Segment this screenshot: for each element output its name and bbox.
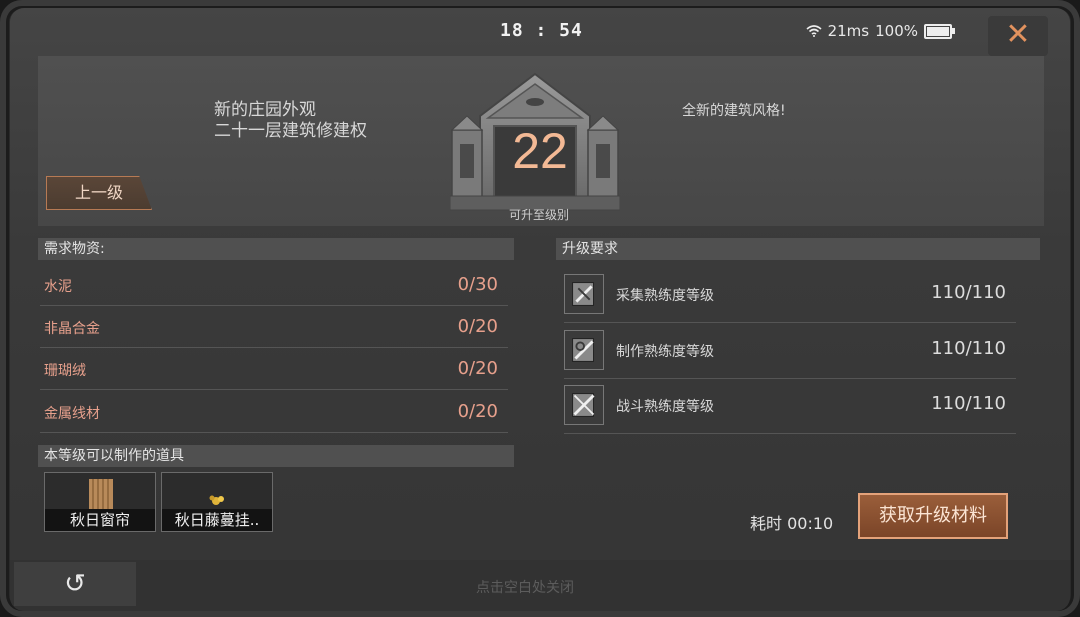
requirement-name: 采集熟练度等级: [616, 288, 714, 304]
target-level-number: 22: [512, 123, 568, 179]
new-features-left: 新的庄园外观 二十一层建筑修建权: [214, 100, 367, 142]
craftable-header: 本等级可以制作的道具: [38, 445, 514, 467]
game-screen: 18 : 54 21ms 100% ✕ 新的庄园外观 二十一层建筑修建权 全新的…: [10, 8, 1070, 611]
new-feature-right: 全新的建筑风格!: [682, 103, 786, 119]
upgrade-duration: 耗时 00:10: [750, 514, 834, 533]
item-label: 秋日窗帘: [45, 509, 155, 531]
close-hint: 点击空白处关闭: [476, 580, 574, 596]
requirement-row: 战斗熟练度等级 110/110: [564, 379, 1016, 434]
close-icon: ✕: [1005, 17, 1031, 52]
requirement-value: 110/110: [931, 393, 1006, 414]
ping-text: 21ms: [827, 22, 870, 40]
requirements-header: 升级要求: [556, 238, 1040, 260]
material-row: 金属线材 0/20: [40, 391, 508, 433]
prev-level-button[interactable]: 上一级: [46, 176, 152, 210]
curtain-item-icon: [89, 479, 113, 509]
material-row: 水泥 0/30: [40, 264, 508, 306]
material-count: 0/20: [457, 358, 498, 379]
material-row: 珊瑚绒 0/20: [40, 348, 508, 390]
crafting-skill-icon: [564, 330, 604, 370]
get-materials-button[interactable]: 获取升级材料: [858, 493, 1008, 539]
material-count: 0/20: [457, 316, 498, 337]
gathering-skill-icon: [564, 274, 604, 314]
requirement-name: 制作熟练度等级: [616, 344, 714, 360]
wifi-icon: [806, 25, 822, 37]
item-label: 秋日藤蔓挂..: [162, 509, 272, 531]
upgrade-banner: 新的庄园外观 二十一层建筑修建权 全新的建筑风格! 上一级 22 可升至级别: [38, 56, 1044, 226]
requirement-row: 采集熟练度等级 110/110: [564, 268, 1016, 323]
combat-skill-icon: [564, 385, 604, 425]
requirement-value: 110/110: [931, 338, 1006, 359]
material-name: 珊瑚绒: [44, 363, 86, 379]
battery-icon: [924, 23, 955, 39]
requirement-name: 战斗熟练度等级: [616, 399, 714, 415]
battery-text: 100%: [875, 22, 918, 40]
requirement-value: 110/110: [931, 282, 1006, 303]
material-name: 水泥: [44, 279, 72, 295]
status-time: 18 : 54: [500, 20, 583, 41]
material-count: 0/20: [457, 401, 498, 422]
close-button[interactable]: ✕: [988, 16, 1048, 56]
back-button[interactable]: ↺: [14, 562, 136, 606]
materials-header: 需求物资:: [38, 238, 514, 260]
upgrade-to-label: 可升至级别: [508, 208, 569, 222]
feature-line-2: 二十一层建筑修建权: [214, 121, 367, 141]
craftable-item[interactable]: 秋日藤蔓挂..: [161, 472, 273, 532]
material-name: 非晶合金: [44, 321, 100, 337]
material-count: 0/30: [457, 274, 498, 295]
device-frame: 18 : 54 21ms 100% ✕ 新的庄园外观 二十一层建筑修建权 全新的…: [0, 0, 1080, 617]
requirement-row: 制作熟练度等级 110/110: [564, 324, 1016, 379]
back-icon: ↺: [64, 569, 86, 599]
material-name: 金属线材: [44, 406, 100, 422]
craftable-item[interactable]: 秋日窗帘: [44, 472, 156, 532]
vine-item-icon: [209, 495, 224, 505]
feature-line-1: 新的庄园外观: [214, 100, 316, 120]
status-area: 21ms 100%: [806, 22, 955, 40]
material-row: 非晶合金 0/20: [40, 306, 508, 348]
